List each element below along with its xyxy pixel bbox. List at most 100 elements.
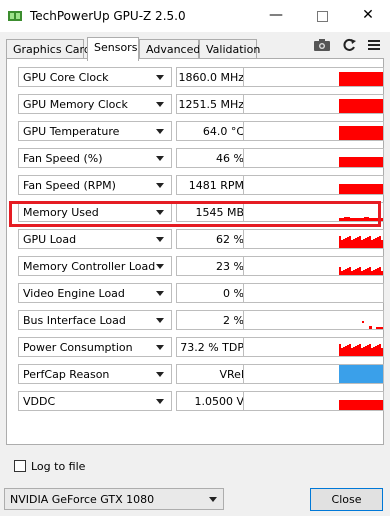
graph-bar [361, 348, 363, 356]
sensor-name-dropdown[interactable]: Fan Speed (RPM) [18, 175, 172, 195]
graph-bar [361, 271, 363, 275]
graph-bar [375, 269, 377, 275]
graph-bar [345, 346, 347, 356]
maximize-icon [316, 11, 328, 22]
graph-bar [357, 345, 359, 356]
sensor-value: 46 % [176, 148, 248, 168]
memory-used-highlight-box [9, 201, 381, 227]
sensor-name-dropdown[interactable]: PerfCap Reason [18, 364, 172, 384]
chevron-down-icon [156, 75, 164, 80]
gpu-select-dropdown[interactable]: NVIDIA GeForce GTX 1080 [4, 488, 224, 510]
tab-validation[interactable]: Validation [199, 39, 260, 59]
graph-bar [371, 240, 373, 248]
chevron-down-icon [156, 291, 164, 296]
graph-bar [341, 240, 343, 248]
graph-bar [379, 267, 381, 275]
sensor-graph-plot [339, 267, 383, 275]
graph-bar [339, 157, 383, 167]
sensor-graph [243, 121, 384, 141]
sensor-name-dropdown[interactable]: GPU Memory Clock [18, 94, 172, 114]
graph-bar [373, 347, 375, 356]
graph-bar [339, 365, 383, 383]
graph-bar [349, 267, 351, 275]
menu-icon[interactable] [364, 36, 384, 54]
graph-bar [361, 240, 363, 248]
sensor-graph-plot [339, 400, 383, 410]
graph-bar [357, 237, 359, 248]
sensor-name-dropdown[interactable]: Fan Speed (%) [18, 148, 172, 168]
sensor-name-dropdown[interactable]: GPU Core Clock [18, 67, 172, 87]
graph-bar [381, 240, 383, 248]
close-button[interactable]: Close [310, 488, 383, 511]
sensor-graph-plot [362, 321, 383, 329]
close-window-button[interactable]: ✕ [345, 0, 390, 32]
sensor-name: GPU Load [23, 233, 77, 246]
sensors-panel [6, 58, 384, 445]
sensor-row: Fan Speed (%) 46 % [11, 148, 384, 168]
sensor-value: 64.0 °C [176, 121, 248, 141]
chevron-down-icon [156, 102, 164, 107]
sensor-name-dropdown[interactable]: Memory Controller Load [18, 256, 172, 276]
graph-bar [363, 239, 365, 248]
sensor-name: Fan Speed (%) [23, 152, 103, 165]
sensor-name-dropdown[interactable]: VDDC [18, 391, 172, 411]
graph-bar [339, 126, 383, 140]
graph-bar [369, 326, 372, 329]
graph-bar [355, 346, 357, 356]
sensor-name: PerfCap Reason [23, 368, 110, 381]
window-title: TechPowerUp GPU-Z 2.5.0 [30, 9, 186, 23]
sensor-graph [243, 310, 384, 330]
sensor-name-dropdown[interactable]: GPU Temperature [18, 121, 172, 141]
graph-bar [343, 347, 345, 356]
sensor-value: 62 % [176, 229, 248, 249]
sensor-graph [243, 148, 384, 168]
graph-bar [353, 239, 355, 248]
graph-bar [371, 271, 373, 275]
sensor-value: 1481 RPM [176, 175, 248, 195]
sensor-graph-plot [339, 99, 383, 113]
chevron-down-icon [156, 399, 164, 404]
sensor-name: Video Engine Load [23, 287, 125, 300]
graph-bar [369, 267, 371, 275]
sensor-row: Fan Speed (RPM) 1481 RPM [11, 175, 384, 195]
graph-bar [339, 267, 341, 275]
sensor-value: 2 % [176, 310, 248, 330]
sensor-row: GPU Load 62 % [11, 229, 384, 249]
graph-bar [365, 346, 367, 356]
gpu-select-value: NVIDIA GeForce GTX 1080 [10, 493, 155, 506]
tab-graphics-card[interactable]: Graphics Card [6, 39, 91, 59]
tab-sensors[interactable]: Sensors [87, 37, 139, 61]
sensor-graph [243, 391, 384, 411]
maximize-button[interactable] [299, 0, 345, 32]
graph-bar [377, 345, 379, 356]
log-to-file-checkbox[interactable] [14, 460, 26, 472]
graph-bar [339, 344, 341, 356]
graph-bar [376, 327, 383, 329]
sensor-name-dropdown[interactable]: Power Consumption [18, 337, 172, 357]
refresh-icon[interactable] [339, 36, 359, 54]
graph-bar [347, 345, 349, 356]
chevron-down-icon [156, 318, 164, 323]
graph-bar [351, 348, 353, 356]
minimize-button[interactable]: — [253, 0, 299, 32]
graph-bar [379, 236, 381, 248]
graph-bar [359, 236, 361, 248]
graph-bar [363, 270, 365, 275]
chevron-down-icon [156, 129, 164, 134]
tab-advanced[interactable]: Advanced [139, 39, 200, 59]
chevron-down-icon [209, 497, 217, 502]
chevron-down-icon [156, 345, 164, 350]
camera-icon[interactable] [312, 36, 332, 54]
graph-bar [355, 269, 357, 275]
sensor-name-dropdown[interactable]: Bus Interface Load [18, 310, 172, 330]
sensor-value: 0 % [176, 283, 248, 303]
graph-bar [369, 236, 371, 248]
graph-bar [365, 238, 367, 248]
sensor-graph-plot [339, 72, 383, 86]
sensor-name-dropdown[interactable]: GPU Load [18, 229, 172, 249]
graph-bar [369, 344, 371, 356]
graph-bar [351, 240, 353, 248]
sensor-name: GPU Temperature [23, 125, 120, 138]
sensor-name-dropdown[interactable]: Video Engine Load [18, 283, 172, 303]
sensor-graph-plot [339, 157, 383, 167]
